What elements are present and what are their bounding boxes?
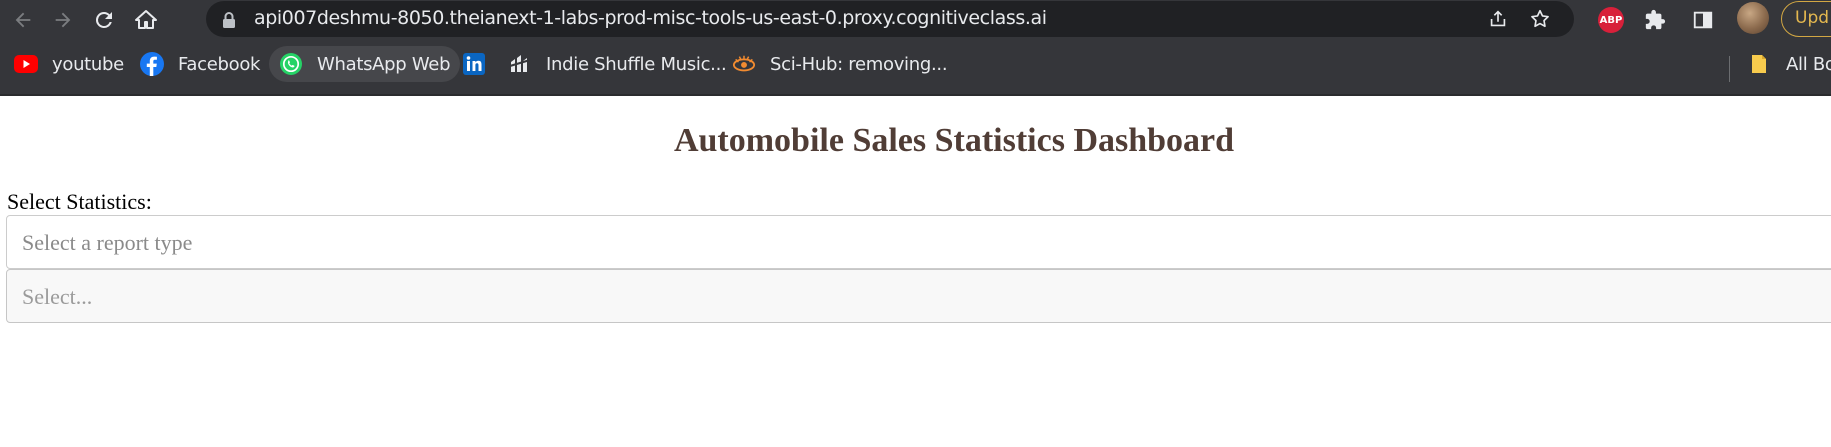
all-bookmarks-button[interactable]: All Boo xyxy=(1738,46,1831,82)
bookmark-indieshuffle[interactable]: Indie Shuffle Music... xyxy=(498,46,736,82)
page-title: Automobile Sales Statistics Dashboard xyxy=(673,122,1235,159)
reload-icon[interactable] xyxy=(89,5,119,35)
sidepanel-icon[interactable] xyxy=(1690,7,1716,33)
profile-avatar[interactable] xyxy=(1737,2,1769,34)
indieshuffle-icon xyxy=(508,52,532,76)
star-icon[interactable] xyxy=(1528,7,1552,31)
bookmark-label: Sci-Hub: removing... xyxy=(770,53,948,75)
all-bookmarks-label: All Boo xyxy=(1786,53,1831,75)
back-icon[interactable] xyxy=(8,5,38,35)
bookmarks-divider xyxy=(1729,56,1730,82)
bookmarks-bar: youtube Facebook WhatsApp Web Indie Shuf… xyxy=(0,40,1831,96)
forward-icon[interactable] xyxy=(48,5,78,35)
report-type-placeholder: Select a report type xyxy=(22,230,193,255)
browser-toolbar: api007deshmu-8050.theianext-1-labs-prod-… xyxy=(0,0,1831,40)
bookmark-label: youtube xyxy=(52,53,124,75)
bookmark-label: Facebook xyxy=(178,53,261,75)
update-button[interactable]: Upd xyxy=(1781,1,1831,37)
abp-label: ABP xyxy=(1598,7,1624,33)
folder-icon xyxy=(1748,52,1772,76)
bookmark-facebook[interactable]: Facebook xyxy=(130,46,270,82)
facebook-icon xyxy=(140,52,164,76)
share-icon[interactable] xyxy=(1486,7,1510,31)
abp-extension-icon[interactable]: ABP xyxy=(1598,7,1624,33)
bookmark-label: WhatsApp Web xyxy=(317,53,451,75)
youtube-icon xyxy=(14,52,38,76)
bookmark-linkedin[interactable] xyxy=(452,46,496,82)
scihub-icon xyxy=(732,52,756,76)
report-type-dropdown[interactable]: Select a report type xyxy=(6,215,1831,269)
bookmark-label: Indie Shuffle Music... xyxy=(546,53,727,75)
linkedin-icon xyxy=(462,52,486,76)
year-placeholder: Select... xyxy=(22,284,93,309)
whatsapp-icon xyxy=(279,52,303,76)
select-statistics-label: Select Statistics: xyxy=(7,189,152,214)
bookmark-youtube[interactable]: youtube xyxy=(4,46,134,82)
year-dropdown[interactable]: Select... xyxy=(6,269,1831,323)
dashboard-page: Automobile Sales Statistics Dashboard Se… xyxy=(0,98,1831,447)
bookmark-whatsapp[interactable]: WhatsApp Web xyxy=(269,46,461,82)
lock-icon[interactable] xyxy=(222,12,236,28)
home-icon[interactable] xyxy=(131,5,161,35)
bookmark-scihub[interactable]: Sci-Hub: removing... xyxy=(722,46,957,82)
url-text[interactable]: api007deshmu-8050.theianext-1-labs-prod-… xyxy=(254,7,1047,29)
address-bar[interactable]: api007deshmu-8050.theianext-1-labs-prod-… xyxy=(206,1,1574,37)
puzzle-icon[interactable] xyxy=(1642,7,1668,33)
